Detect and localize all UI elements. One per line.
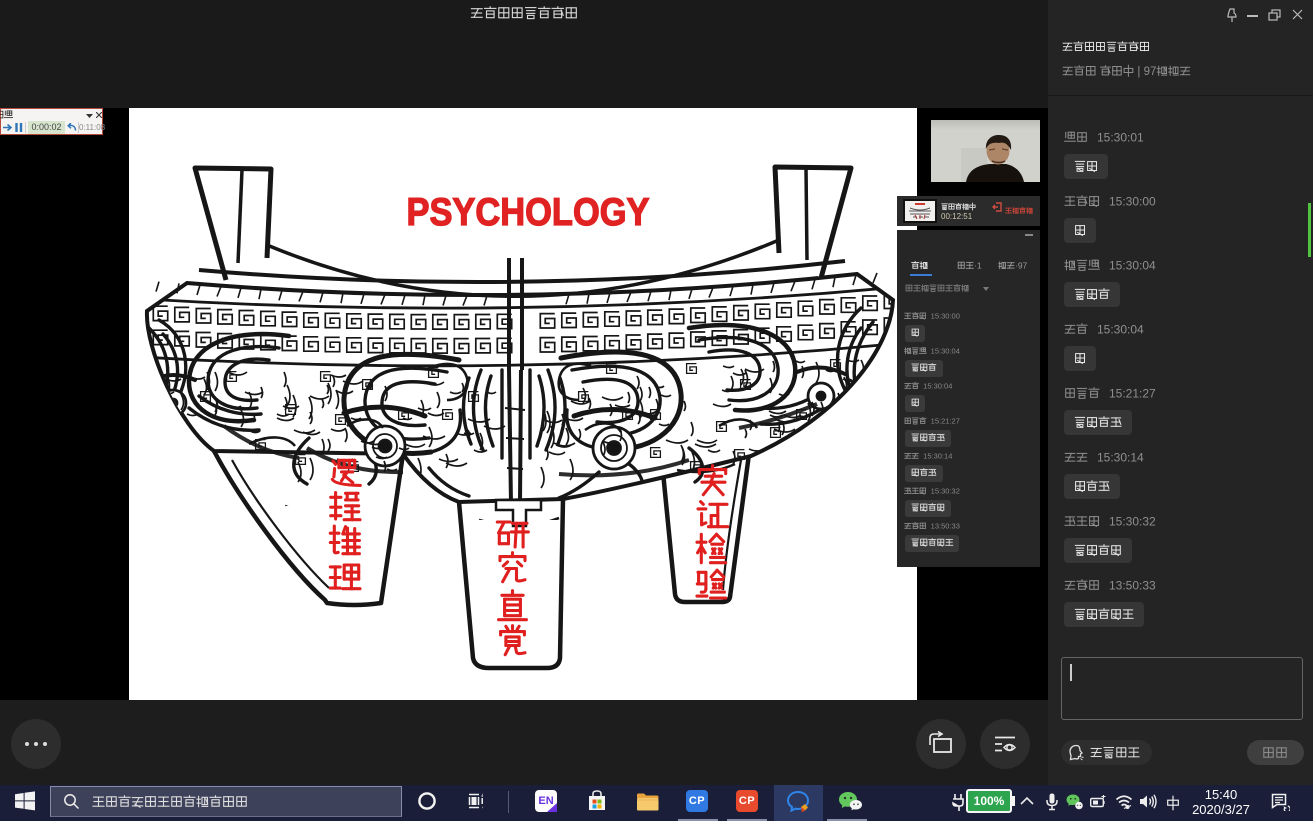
svg-text:15:21:27: 15:21:27	[927, 417, 960, 426]
svg-text:PSYCHOLOGY: PSYCHOLOGY	[407, 191, 650, 234]
svg-text:15:30:04: 15:30:04	[919, 382, 952, 391]
svg-text:00:12:51: 00:12:51	[941, 212, 973, 221]
svg-text:13:50:33: 13:50:33	[927, 522, 960, 531]
svg-text:·1: ·1	[974, 260, 982, 270]
svg-text:15:30:01: 15:30:01	[1097, 130, 1144, 144]
svg-text:15:30:14: 15:30:14	[919, 452, 952, 461]
svg-text:15:30:00: 15:30:00	[927, 312, 960, 321]
svg-text:| 97: | 97	[1134, 66, 1156, 78]
svg-text:15:30:04: 15:30:04	[1109, 258, 1156, 272]
svg-text:15:30:04: 15:30:04	[1097, 322, 1144, 336]
svg-text:15:21:27: 15:21:27	[1109, 386, 1156, 400]
svg-text:15:30:04: 15:30:04	[927, 347, 960, 356]
svg-text:15:30:32: 15:30:32	[927, 487, 960, 496]
svg-text:15:30:00: 15:30:00	[1109, 194, 1156, 208]
svg-text:15:30:32: 15:30:32	[1109, 514, 1156, 528]
svg-text:15:30:14: 15:30:14	[1097, 450, 1144, 464]
svg-text:·97: ·97	[1015, 260, 1028, 270]
svg-text:13:50:33: 13:50:33	[1109, 578, 1156, 592]
